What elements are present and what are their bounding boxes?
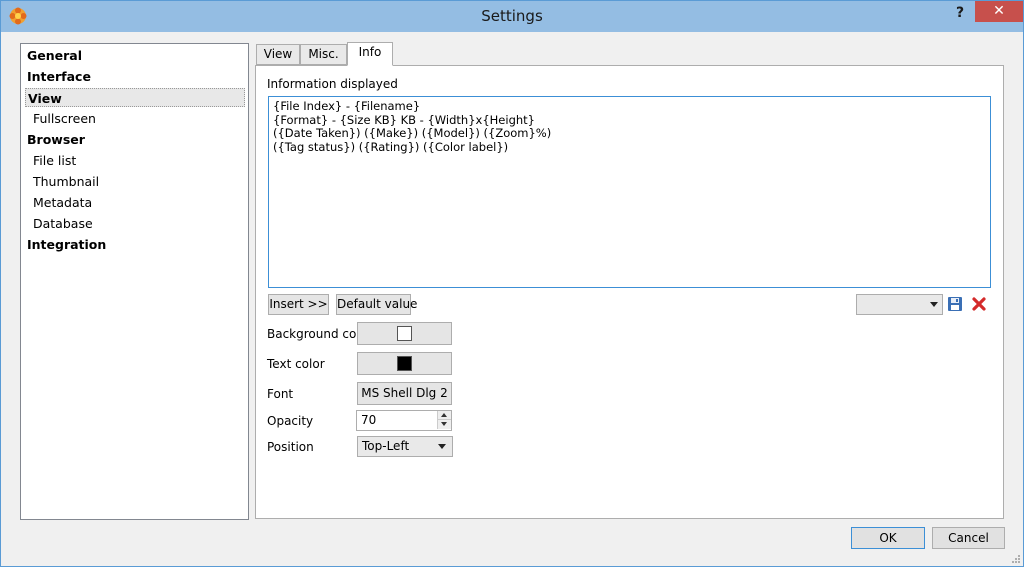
position-select[interactable]: Top-Left: [357, 436, 453, 457]
help-button[interactable]: ?: [948, 2, 972, 24]
title-bar[interactable]: Settings ? ✕: [1, 1, 1023, 32]
spin-down-icon[interactable]: [437, 420, 451, 429]
tab-misc[interactable]: Misc.: [300, 44, 347, 65]
resize-grip-icon[interactable]: [1011, 554, 1021, 564]
information-textarea[interactable]: {File Index} - {Filename} {Format} - {Si…: [268, 96, 991, 288]
tab-label: Misc.: [308, 47, 339, 61]
nav-item-view[interactable]: View: [25, 88, 245, 107]
position-value: Top-Left: [362, 439, 410, 453]
nav-item-interface[interactable]: Interface: [25, 67, 245, 86]
font-button[interactable]: MS Shell Dlg 2: [357, 382, 452, 405]
tab-info[interactable]: Info: [347, 42, 393, 66]
nav-item-integration[interactable]: Integration: [25, 235, 245, 254]
font-label: Font: [267, 387, 294, 401]
opacity-label: Opacity: [267, 414, 314, 428]
text-color-swatch: [397, 356, 412, 371]
insert-button[interactable]: Insert >>: [268, 294, 329, 315]
information-displayed-label: Information displayed: [267, 77, 398, 91]
nav-item-thumbnail[interactable]: Thumbnail: [25, 172, 245, 191]
cancel-button[interactable]: Cancel: [932, 527, 1005, 549]
spin-up-icon[interactable]: [437, 411, 451, 420]
position-label: Position: [267, 440, 314, 454]
background-color-button[interactable]: [357, 322, 452, 345]
tab-view[interactable]: View: [256, 44, 300, 65]
text-color-button[interactable]: [357, 352, 452, 375]
close-button[interactable]: ✕: [975, 1, 1023, 22]
opacity-value: 70: [361, 413, 377, 427]
chevron-down-icon: [930, 302, 938, 307]
ok-button[interactable]: OK: [851, 527, 925, 549]
settings-nav-tree[interactable]: General Interface View Fullscreen Browser Fil…: [20, 43, 249, 520]
tab-label: View: [263, 47, 293, 61]
nav-item-general[interactable]: General: [25, 46, 245, 65]
nav-item-database[interactable]: Database: [25, 214, 245, 233]
default-value-button[interactable]: Default value: [336, 294, 417, 315]
nav-item-file-list[interactable]: File list: [25, 151, 245, 170]
tab-label: Info: [358, 45, 382, 59]
floppy-disk-icon[interactable]: [947, 296, 963, 312]
settings-window: Settings ? ✕ General Interface View Fullscr…: [0, 0, 1024, 567]
window-title: Settings: [481, 7, 543, 25]
info-tab-panel: Information displayed {File Index} - {Fi…: [255, 65, 1004, 519]
preset-select[interactable]: [856, 294, 943, 315]
nav-item-metadata[interactable]: Metadata: [25, 193, 245, 212]
close-icon: ✕: [993, 3, 1005, 19]
nav-item-browser[interactable]: Browser: [25, 130, 245, 149]
nav-item-fullscreen[interactable]: Fullscreen: [25, 109, 245, 128]
opacity-spinbox[interactable]: 70: [356, 410, 452, 431]
red-x-icon[interactable]: [971, 296, 987, 312]
chevron-down-icon: [438, 444, 446, 449]
background-color-swatch: [397, 326, 412, 341]
text-color-label: Text color: [267, 357, 325, 371]
